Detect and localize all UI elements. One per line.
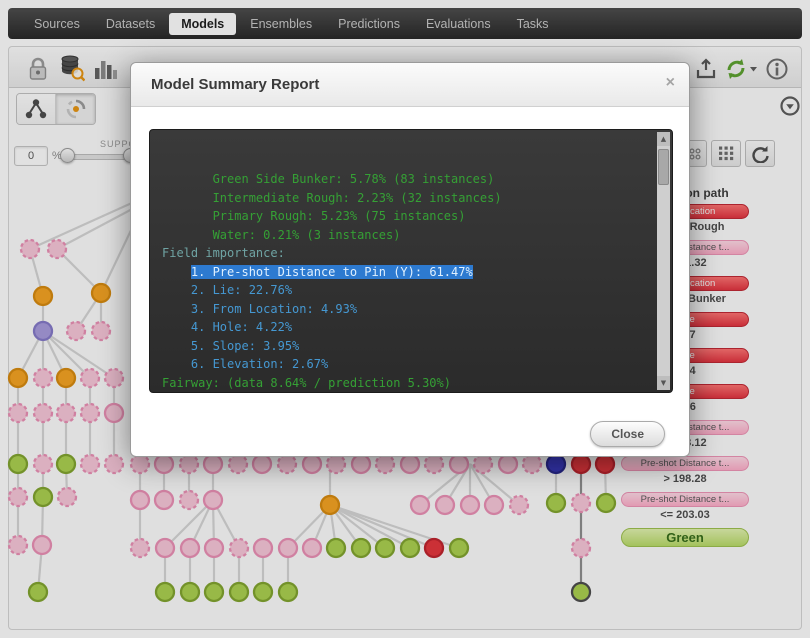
terminal-line: 2. Lie: 22.76% — [162, 281, 672, 300]
terminal-line: 3. From Location: 4.93% — [162, 300, 672, 319]
terminal-line: 5. Slope: 3.95% — [162, 337, 672, 356]
terminal-scrollbar[interactable]: ▲ ▼ — [657, 132, 670, 390]
terminal-line: Fairway: (data 8.64% / prediction 5.30%) — [162, 374, 672, 393]
terminal-line: Field importance: — [162, 244, 672, 263]
terminal-line: Green Side Bunker: 5.78% (83 instances) — [162, 170, 672, 189]
terminal-line: Primary Rough: 5.23% (75 instances) — [162, 207, 672, 226]
terminal-line: 4. Hole: 4.22% — [162, 318, 672, 337]
model-summary-modal: Model Summary Report × Green Side Bunker… — [130, 62, 690, 457]
terminal-line: Water: 0.21% (3 instances) — [162, 226, 672, 245]
terminal-line: · 15.79%: From Location != Primary Rough… — [162, 392, 672, 393]
modal-close-icon[interactable]: × — [666, 74, 675, 92]
scroll-up-arrow[interactable]: ▲ — [657, 132, 670, 146]
terminal-line: Intermediate Rough: 2.23% (32 instances) — [162, 189, 672, 208]
modal-title: Model Summary Report — [151, 76, 319, 93]
close-button[interactable]: Close — [590, 421, 665, 447]
modal-header: Model Summary Report — [131, 63, 689, 107]
scrollbar-thumb[interactable] — [658, 149, 669, 185]
scroll-down-arrow[interactable]: ▼ — [657, 376, 670, 390]
terminal-content: Green Side Bunker: 5.78% (83 instances) … — [162, 170, 672, 393]
terminal-line: 1. Pre-shot Distance to Pin (Y): 61.47% — [162, 263, 672, 282]
terminal-line: 6. Elevation: 2.67% — [162, 355, 672, 374]
model-summary-terminal: Green Side Bunker: 5.78% (83 instances) … — [149, 129, 673, 393]
